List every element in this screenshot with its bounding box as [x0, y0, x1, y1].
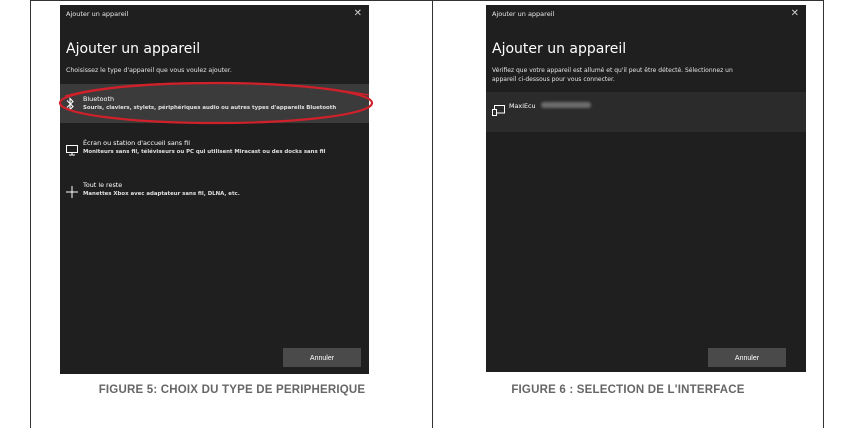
dialog-heading: Ajouter un appareil	[66, 41, 201, 57]
option-description: Manettes Xbox avec adaptateur sans fil, …	[83, 191, 240, 197]
device-list-item[interactable]: MaxiEcu	[486, 92, 806, 132]
add-device-dialog-figure6: Ajouter un appareil ✕ Ajouter un apparei…	[486, 5, 806, 372]
monitor-icon	[66, 141, 78, 160]
table-border-top	[30, 0, 824, 1]
cancel-button[interactable]: Annuler	[708, 348, 786, 367]
plus-icon	[66, 183, 78, 202]
caption-text: : Selection de l'Interface	[565, 384, 745, 396]
add-device-dialog-figure5: Ajouter un appareil ✕ Ajouter un apparei…	[60, 5, 369, 374]
table-border-right	[823, 0, 824, 428]
titlebar: Ajouter un appareil ✕	[60, 5, 369, 27]
close-icon[interactable]: ✕	[354, 8, 362, 20]
figure6-caption: Figure 6 : Selection de l'Interface	[433, 384, 823, 396]
close-icon[interactable]: ✕	[791, 8, 799, 20]
subtitle-line: appareil ci-dessous pour vous connecter.	[492, 76, 615, 83]
option-description: Moniteurs sans fil, téléviseurs ou PC qu…	[83, 149, 326, 155]
dialog-heading: Ajouter un appareil	[492, 41, 627, 57]
figure5-caption: Figure 5: Choix du type de peripherique	[32, 384, 432, 396]
window-title: Ajouter un appareil	[66, 10, 129, 18]
caption-number: Figure 6	[511, 384, 566, 396]
cancel-button[interactable]: Annuler	[283, 348, 361, 367]
option-bluetooth[interactable]: Bluetooth Souris, claviers, stylets, pér…	[60, 84, 369, 123]
redacted-serial	[541, 102, 591, 108]
table-border-left	[30, 0, 31, 428]
bluetooth-icon	[66, 96, 75, 115]
option-wireless-display[interactable]: Écran ou station d'accueil sans fil Moni…	[60, 135, 369, 167]
device-name: MaxiEcu	[509, 102, 536, 110]
option-title: Bluetooth	[83, 95, 115, 103]
subtitle-line: Vérifiez que votre appareil est allumé e…	[492, 67, 733, 74]
option-everything-else[interactable]: Tout le reste Manettes Xbox avec adaptat…	[60, 177, 369, 209]
dialog-subtitle: Vérifiez que votre appareil est allumé e…	[492, 66, 733, 84]
caption-number: Figure 5	[98, 384, 154, 396]
device-icon	[492, 101, 505, 120]
option-title: Tout le reste	[83, 181, 123, 189]
caption-text: : Choix du type de peripherique	[153, 384, 366, 396]
window-title: Ajouter un appareil	[492, 10, 555, 18]
table-divider	[432, 0, 433, 428]
option-description: Souris, claviers, stylets, périphériques…	[83, 105, 337, 111]
titlebar: Ajouter un appareil ✕	[486, 5, 806, 27]
option-title: Écran ou station d'accueil sans fil	[83, 139, 190, 147]
dialog-subtitle: Choisissez le type d'appareil que vous v…	[66, 67, 232, 74]
